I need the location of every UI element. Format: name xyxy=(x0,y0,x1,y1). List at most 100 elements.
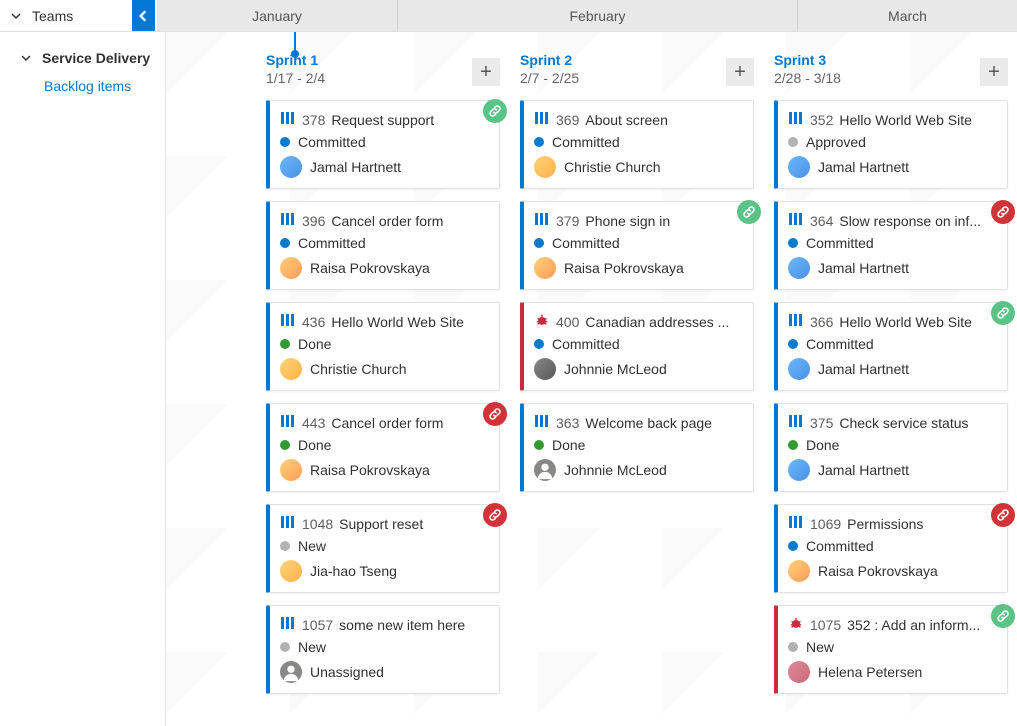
work-item-title: 352 : Add an inform... xyxy=(847,617,995,633)
sidebar-team-item[interactable]: Service Delivery xyxy=(0,46,165,70)
state-dot-icon xyxy=(280,137,290,147)
main-area: Service Delivery Backlog items Sprint 1 … xyxy=(0,32,1017,726)
work-item-card[interactable]: 352 Hello World Web Site Approved Jamal … xyxy=(774,100,1008,189)
work-item-card[interactable]: 400 Canadian addresses ... Committed Joh… xyxy=(520,302,754,391)
sprint-dates: 1/17 - 2/4 xyxy=(266,70,325,86)
sprint-column: Sprint 3 2/28 - 3/18 + 352 Hello World W… xyxy=(774,52,1008,706)
link-badge-icon[interactable] xyxy=(483,99,507,123)
pbi-icon xyxy=(534,111,550,128)
today-marker xyxy=(294,32,296,52)
work-item-assignee: Raisa Pokrovskaya xyxy=(818,563,938,579)
work-item-card[interactable]: 364 Slow response on inf... Committed Ja… xyxy=(774,201,1008,290)
avatar xyxy=(280,156,302,178)
sprint-dates: 2/28 - 3/18 xyxy=(774,70,841,86)
work-item-card[interactable]: 369 About screen Committed Christie Chur… xyxy=(520,100,754,189)
work-item-card[interactable]: 375 Check service status Done Jamal Hart… xyxy=(774,403,1008,492)
work-item-card[interactable]: 436 Hello World Web Site Done Christie C… xyxy=(266,302,500,391)
work-item-title: Hello World Web Site xyxy=(839,314,995,330)
work-item-state: Committed xyxy=(806,235,874,251)
teams-expander[interactable]: Teams xyxy=(0,0,132,31)
link-badge-icon[interactable] xyxy=(991,604,1015,628)
link-badge-icon[interactable] xyxy=(991,301,1015,325)
bug-icon xyxy=(788,616,804,633)
work-item-assignee: Christie Church xyxy=(310,361,406,377)
work-item-assignee: Jia-hao Tseng xyxy=(310,563,397,579)
work-item-card[interactable]: 363 Welcome back page Done Johnnie McLeo… xyxy=(520,403,754,492)
sprint-header: Sprint 2 2/7 - 2/25 + xyxy=(520,52,754,86)
work-item-card[interactable]: 1069 Permissions Committed Raisa Pokrovs… xyxy=(774,504,1008,593)
sprint-column: Sprint 1 1/17 - 2/4 + 378 Request suppor… xyxy=(266,52,500,706)
work-item-state: Committed xyxy=(806,538,874,554)
work-item-card[interactable]: 378 Request support Committed Jamal Hart… xyxy=(266,100,500,189)
state-dot-icon xyxy=(280,440,290,450)
work-item-title: Canadian addresses ... xyxy=(585,314,741,330)
sprint-title[interactable]: Sprint 2 xyxy=(520,52,579,68)
board-area: Sprint 1 1/17 - 2/4 + 378 Request suppor… xyxy=(166,32,1017,726)
work-item-assignee: Jamal Hartnett xyxy=(818,462,909,478)
state-dot-icon xyxy=(280,541,290,551)
chevron-down-icon xyxy=(10,10,22,22)
work-item-state: Done xyxy=(552,437,585,453)
sidebar-backlog-link[interactable]: Backlog items xyxy=(0,70,165,102)
teams-label: Teams xyxy=(32,8,73,24)
work-item-state: Committed xyxy=(552,235,620,251)
work-item-card[interactable]: 396 Cancel order form Committed Raisa Po… xyxy=(266,201,500,290)
avatar xyxy=(280,257,302,279)
work-item-id: 1048 xyxy=(302,516,333,532)
work-item-card[interactable]: 1057 some new item here New Unassigned xyxy=(266,605,500,694)
pbi-icon xyxy=(788,414,804,431)
work-item-state: Committed xyxy=(806,336,874,352)
prev-month-button[interactable] xyxy=(132,0,157,31)
work-item-card[interactable]: 379 Phone sign in Committed Raisa Pokrov… xyxy=(520,201,754,290)
work-item-id: 378 xyxy=(302,112,325,128)
header-row: Teams JanuaryFebruaryMarch xyxy=(0,0,1017,32)
work-item-title: some new item here xyxy=(339,617,487,633)
work-item-title: Slow response on inf... xyxy=(839,213,995,229)
sprint-header: Sprint 1 1/17 - 2/4 + xyxy=(266,52,500,86)
work-item-title: About screen xyxy=(585,112,741,128)
work-item-card[interactable]: 1048 Support reset New Jia-hao Tseng xyxy=(266,504,500,593)
work-item-id: 366 xyxy=(810,314,833,330)
link-badge-icon[interactable] xyxy=(483,503,507,527)
work-item-title: Permissions xyxy=(847,516,995,532)
avatar xyxy=(534,257,556,279)
link-badge-icon[interactable] xyxy=(991,503,1015,527)
chevron-down-icon xyxy=(20,52,32,64)
work-item-id: 364 xyxy=(810,213,833,229)
sidebar: Service Delivery Backlog items xyxy=(0,32,166,726)
work-item-title: Cancel order form xyxy=(331,213,487,229)
pbi-icon xyxy=(788,515,804,532)
state-dot-icon xyxy=(788,440,798,450)
work-item-assignee: Raisa Pokrovskaya xyxy=(310,462,430,478)
state-dot-icon xyxy=(534,339,544,349)
state-dot-icon xyxy=(788,137,798,147)
state-dot-icon xyxy=(280,339,290,349)
work-item-state: Approved xyxy=(806,134,866,150)
link-badge-icon[interactable] xyxy=(991,200,1015,224)
work-item-id: 379 xyxy=(556,213,579,229)
work-item-card[interactable]: 366 Hello World Web Site Committed Jamal… xyxy=(774,302,1008,391)
avatar xyxy=(280,560,302,582)
work-item-id: 375 xyxy=(810,415,833,431)
work-item-assignee: Raisa Pokrovskaya xyxy=(310,260,430,276)
sprint-title[interactable]: Sprint 3 xyxy=(774,52,841,68)
work-item-title: Welcome back page xyxy=(585,415,741,431)
sprint-dates: 2/7 - 2/25 xyxy=(520,70,579,86)
work-item-state: Committed xyxy=(298,235,366,251)
state-dot-icon xyxy=(788,642,798,652)
work-item-id: 1075 xyxy=(810,617,841,633)
avatar xyxy=(280,358,302,380)
sprint-column: Sprint 2 2/7 - 2/25 + 369 About screen C… xyxy=(520,52,754,706)
add-card-button[interactable]: + xyxy=(472,58,500,86)
work-item-card[interactable]: 1075 352 : Add an inform... New Helena P… xyxy=(774,605,1008,694)
link-badge-icon[interactable] xyxy=(737,200,761,224)
work-item-state: Committed xyxy=(552,134,620,150)
state-dot-icon xyxy=(280,642,290,652)
add-card-button[interactable]: + xyxy=(980,58,1008,86)
work-item-state: New xyxy=(806,639,834,655)
link-badge-icon[interactable] xyxy=(483,402,507,426)
pbi-icon xyxy=(788,313,804,330)
state-dot-icon xyxy=(788,238,798,248)
work-item-card[interactable]: 443 Cancel order form Done Raisa Pokrovs… xyxy=(266,403,500,492)
add-card-button[interactable]: + xyxy=(726,58,754,86)
